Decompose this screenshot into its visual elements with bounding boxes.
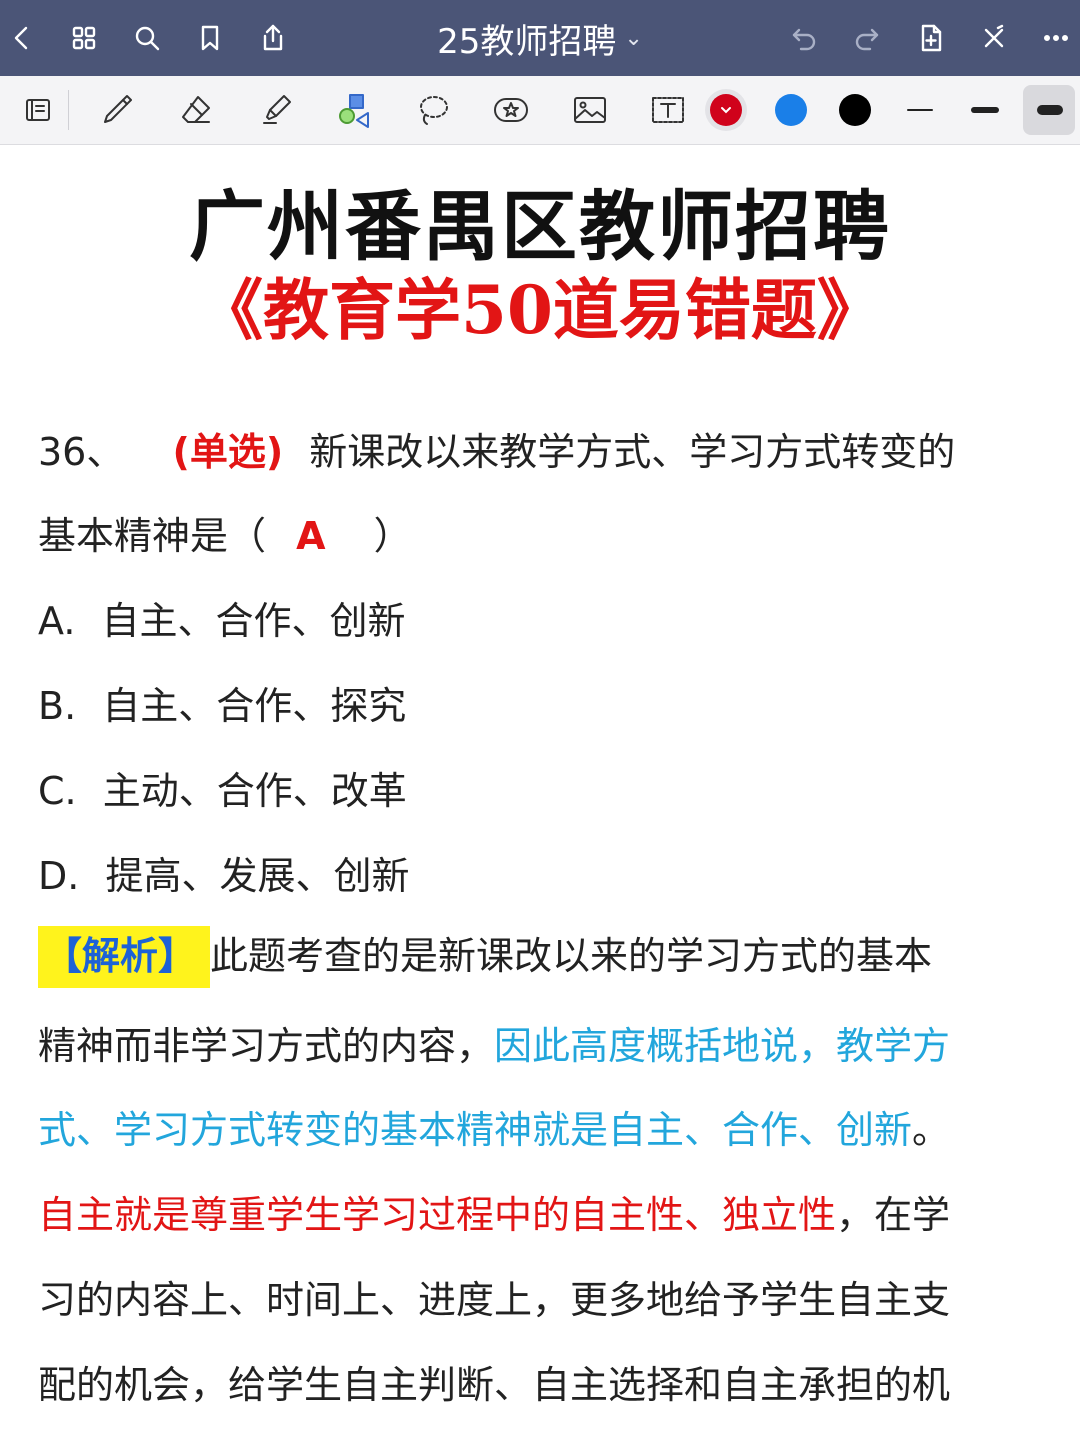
analysis-text-4a: 自主就是尊重学生学习过程中的自主性、独立性	[38, 1193, 837, 1237]
redo-icon[interactable]	[847, 18, 887, 58]
pen-tool-icon[interactable]	[95, 88, 139, 132]
lasso-tool-icon[interactable]	[411, 88, 455, 132]
text-tool-icon[interactable]	[646, 88, 690, 132]
toolbar-divider	[68, 90, 69, 130]
share-icon[interactable]	[253, 18, 293, 58]
more-options-icon[interactable]	[1036, 18, 1076, 58]
option-letter: C.	[38, 769, 77, 813]
color-red-swatch[interactable]	[710, 94, 742, 126]
option-letter: B.	[38, 684, 77, 728]
analysis-line-5: 习的内容上、时间上、进度上，更多地给予学生自主支	[38, 1278, 951, 1322]
option-text: 自主、合作、探究	[102, 684, 407, 728]
option-d: D. 提高、发展、创新	[38, 845, 409, 900]
page-subtitle: 《教育学50道易错题》	[197, 271, 883, 349]
chevron-down-icon: ⌄	[624, 25, 643, 51]
option-c: C. 主动、合作、改革	[38, 760, 407, 815]
top-bar: 25教师招聘 ⌄	[0, 0, 1080, 76]
question-stem-2a: 基本精神是（	[38, 514, 267, 558]
analysis-line-3: 式、学习方式转变的基本精神就是自主、合作、创新。	[38, 1099, 950, 1154]
option-text: 提高、发展、创新	[105, 854, 410, 898]
document-page: 广州番禺区教师招聘 《教育学50道易错题》 36、 (单选) 新课改以来教学方式…	[0, 145, 1080, 1440]
grid-view-icon[interactable]	[64, 18, 104, 58]
color-blue-swatch[interactable]	[775, 94, 807, 126]
chevron-down-icon	[721, 107, 731, 114]
option-letter: A.	[38, 599, 76, 643]
question-stem-2b: ）	[373, 514, 412, 558]
annotation-toolbar	[0, 76, 1080, 145]
option-a: A. 自主、合作、创新	[38, 590, 406, 645]
analysis-text-2a: 精神而非学习方式的内容，	[38, 1024, 495, 1068]
document-title-button[interactable]: 25教师招聘 ⌄	[300, 14, 780, 62]
question-type: (单选)	[172, 430, 284, 474]
close-edit-icon[interactable]	[974, 18, 1014, 58]
stroke-medium-option[interactable]	[971, 107, 999, 113]
analysis-line-4: 自主就是尊重学生学习过程中的自主性、独立性，在学	[38, 1184, 950, 1239]
analysis-line-1: 【解析】 此题考查的是新课改以来的学习方式的基本	[38, 925, 933, 988]
reading-mode-icon[interactable]	[16, 88, 60, 132]
sticker-tool-icon[interactable]	[489, 88, 533, 132]
analysis-text-3a: 式、学习方式转变的基本精神就是自主、合作、创新	[38, 1108, 913, 1152]
option-text: 自主、合作、创新	[101, 599, 406, 643]
question-line-1: 36、 (单选) 新课改以来教学方式、学习方式转变的	[38, 421, 955, 476]
analysis-text-2b: 因此高度概括地说，教学方	[494, 1024, 951, 1068]
back-icon[interactable]	[2, 18, 42, 58]
analysis-text-3b: 。	[912, 1108, 951, 1152]
bookmark-icon[interactable]	[190, 18, 230, 58]
eraser-tool-icon[interactable]	[174, 88, 218, 132]
question-line-2: 基本精神是（ A ）	[38, 505, 412, 560]
analysis-text-1: 此题考查的是新课改以来的学习方式的基本	[210, 934, 933, 978]
shapes-tool-icon[interactable]	[332, 88, 376, 132]
stroke-thin-option[interactable]	[907, 109, 933, 111]
search-icon[interactable]	[127, 18, 167, 58]
analysis-line-2: 精神而非学习方式的内容，因此高度概括地说，教学方	[38, 1015, 950, 1070]
highlighter-tool-icon[interactable]	[254, 88, 298, 132]
analysis-text-4b: ，在学	[836, 1193, 951, 1237]
undo-icon[interactable]	[784, 18, 824, 58]
question-stem-1: 新课改以来教学方式、学习方式转变的	[309, 430, 956, 474]
question-answer: A	[296, 514, 326, 558]
question-number: 36、	[38, 430, 125, 474]
option-b: B. 自主、合作、探究	[38, 675, 406, 730]
image-tool-icon[interactable]	[568, 88, 612, 132]
document-title: 25教师招聘	[437, 21, 617, 62]
option-text: 主动、合作、改革	[102, 769, 407, 813]
add-page-icon[interactable]	[911, 18, 951, 58]
option-letter: D.	[38, 854, 80, 898]
analysis-label: 【解析】	[38, 926, 211, 988]
color-black-swatch[interactable]	[839, 94, 871, 126]
stroke-thick-option[interactable]	[1037, 105, 1063, 115]
analysis-line-6: 配的机会，给学生自主判断、自主选择和自主承担的机	[38, 1363, 951, 1407]
